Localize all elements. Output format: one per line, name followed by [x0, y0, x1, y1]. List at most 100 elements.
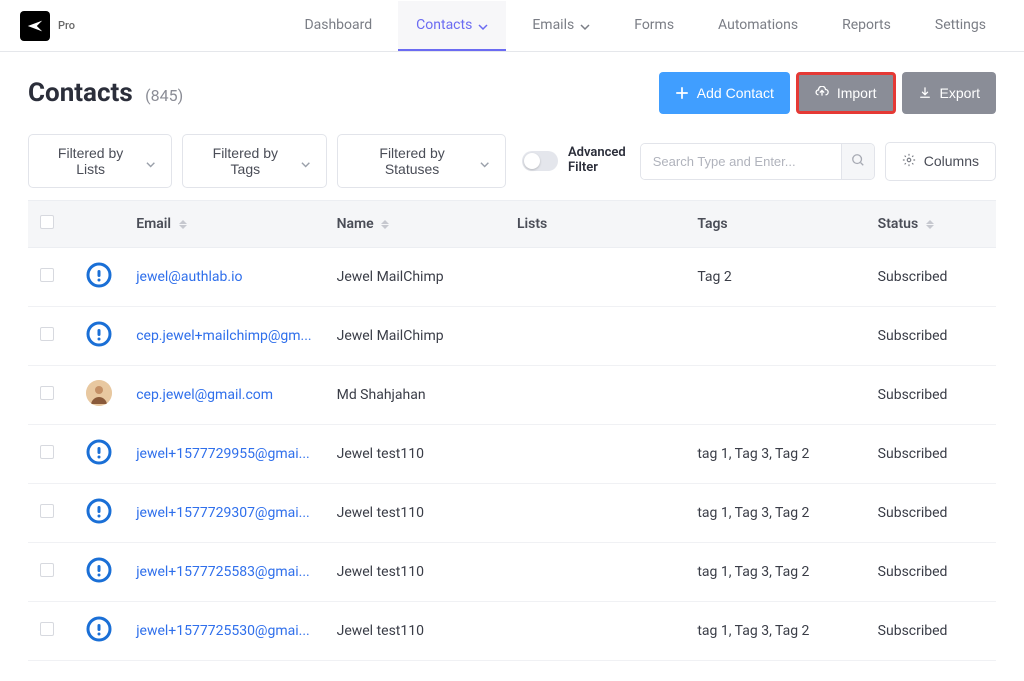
nav-item-reports[interactable]: Reports [824, 1, 909, 51]
column-header-status[interactable]: Status [866, 201, 996, 248]
plus-icon [675, 86, 689, 100]
filter-tags-label: Filtered by Tags [199, 145, 291, 177]
contact-email-link[interactable]: jewel+1577725583@gmai... [136, 564, 310, 580]
advanced-filter-toggle-wrap: Advanced Filter [522, 146, 626, 176]
column-header-name[interactable]: Name [325, 201, 505, 248]
select-all-checkbox[interactable] [40, 215, 54, 229]
contact-status: Subscribed [866, 366, 996, 425]
avatar [86, 557, 112, 583]
table-header-row: Email Name Lists Tags Status [28, 201, 996, 248]
row-checkbox[interactable] [40, 563, 54, 577]
contact-email-link[interactable]: jewel@authlab.io [136, 269, 242, 285]
import-button[interactable]: Import [796, 72, 896, 114]
chevron-down-icon [478, 20, 488, 30]
search-wrap [640, 143, 875, 180]
sort-icon [179, 220, 187, 229]
nav-item-emails[interactable]: Emails [514, 1, 608, 51]
filter-statuses-label: Filtered by Statuses [354, 145, 469, 177]
brand-logo [20, 11, 50, 41]
contact-email-link[interactable]: jewel+1577725530@gmai... [136, 623, 310, 639]
page-title: Contacts (845) [28, 78, 183, 108]
filter-lists-button[interactable]: Filtered by Lists [28, 134, 172, 188]
chevron-down-icon [301, 156, 310, 166]
table-row: jewel+1577729955@gmai... Jewel test110 tag… [28, 425, 996, 484]
avatar [86, 262, 112, 288]
contact-status: Subscribed [866, 602, 996, 661]
search-button[interactable] [841, 144, 874, 179]
chevron-down-icon [146, 156, 155, 166]
nav-item-label: Dashboard [304, 17, 372, 33]
contacts-table: Email Name Lists Tags Status jewel@authl… [28, 200, 996, 661]
contact-status: Subscribed [866, 248, 996, 307]
contact-name: Jewel MailChimp [325, 307, 505, 366]
main-nav: Dashboard Contacts EmailsFormsAutomations R… [286, 1, 1004, 51]
filter-tags-button[interactable]: Filtered by Tags [182, 134, 327, 188]
contact-email-link[interactable]: jewel+1577729307@gmai... [136, 505, 310, 521]
avatar [86, 439, 112, 465]
advanced-filter-toggle[interactable] [522, 151, 558, 171]
nav-item-contacts[interactable]: Contacts [398, 1, 506, 51]
contact-email-link[interactable]: cep.jewel+mailchimp@gm... [136, 328, 311, 344]
avatar [86, 616, 112, 642]
export-button[interactable]: Export [902, 72, 996, 114]
row-checkbox[interactable] [40, 386, 54, 400]
add-contact-button[interactable]: Add Contact [659, 72, 790, 114]
contact-lists [505, 543, 685, 602]
filters-row: Filtered by Lists Filtered by Tags Filte… [28, 134, 996, 188]
import-label: Import [837, 85, 877, 101]
page-header: Contacts (845) Add Contact Import Export [28, 72, 996, 114]
row-checkbox[interactable] [40, 327, 54, 341]
nav-item-dashboard[interactable]: Dashboard [286, 1, 390, 51]
contact-status: Subscribed [866, 425, 996, 484]
nav-item-label: Contacts [416, 17, 472, 33]
contact-tags: Tag 2 [685, 248, 865, 307]
nav-item-automations[interactable]: Automations [700, 1, 816, 51]
avatar [86, 321, 112, 347]
contact-lists [505, 602, 685, 661]
add-contact-label: Add Contact [697, 85, 774, 101]
filter-statuses-button[interactable]: Filtered by Statuses [337, 134, 506, 188]
chevron-down-icon [480, 156, 489, 166]
row-checkbox[interactable] [40, 445, 54, 459]
sort-icon [926, 220, 934, 229]
table-row: cep.jewel+mailchimp@gm... Jewel MailChimp… [28, 307, 996, 366]
table-row: cep.jewel@gmail.com Md Shahjahan Subscribe… [28, 366, 996, 425]
column-header-email[interactable]: Email [124, 201, 324, 248]
contact-tags: tag 1, Tag 3, Tag 2 [685, 425, 865, 484]
contact-name: Jewel test110 [325, 543, 505, 602]
nav-item-settings[interactable]: Settings [917, 1, 1004, 51]
contact-email-link[interactable]: jewel+1577729955@gmai... [136, 446, 310, 462]
contact-tags [685, 366, 865, 425]
nav-item-label: Reports [842, 17, 891, 33]
contact-tags: tag 1, Tag 3, Tag 2 [685, 543, 865, 602]
contact-email-link[interactable]: cep.jewel@gmail.com [136, 387, 273, 403]
contact-count: (845) [145, 86, 183, 105]
avatar [86, 498, 112, 524]
contact-lists [505, 425, 685, 484]
avatar [86, 380, 112, 406]
contact-name: Jewel test110 [325, 425, 505, 484]
pro-label: Pro [58, 19, 75, 32]
content-area: Contacts (845) Add Contact Import Export… [0, 52, 1024, 681]
nav-item-forms[interactable]: Forms [616, 1, 692, 51]
contact-lists [505, 484, 685, 543]
contact-name: Jewel MailChimp [325, 248, 505, 307]
table-row: jewel+1577725583@gmai... Jewel test110 tag… [28, 543, 996, 602]
search-input[interactable] [641, 144, 841, 179]
row-checkbox[interactable] [40, 268, 54, 282]
column-header-lists: Lists [505, 201, 685, 248]
contact-name: Md Shahjahan [325, 366, 505, 425]
contact-lists [505, 307, 685, 366]
row-checkbox[interactable] [40, 622, 54, 636]
contact-tags [685, 307, 865, 366]
contact-status: Subscribed [866, 307, 996, 366]
row-checkbox[interactable] [40, 504, 54, 518]
contact-tags: tag 1, Tag 3, Tag 2 [685, 602, 865, 661]
table-row: jewel+1577729307@gmai...Jewel test110tag… [28, 484, 996, 543]
columns-button[interactable]: Columns [885, 142, 996, 181]
filter-lists-label: Filtered by Lists [45, 145, 136, 177]
column-header-tags: Tags [685, 201, 865, 248]
advanced-filter-label: Advanced Filter [568, 146, 626, 176]
page-title-text: Contacts [28, 78, 133, 108]
columns-label: Columns [924, 153, 979, 169]
